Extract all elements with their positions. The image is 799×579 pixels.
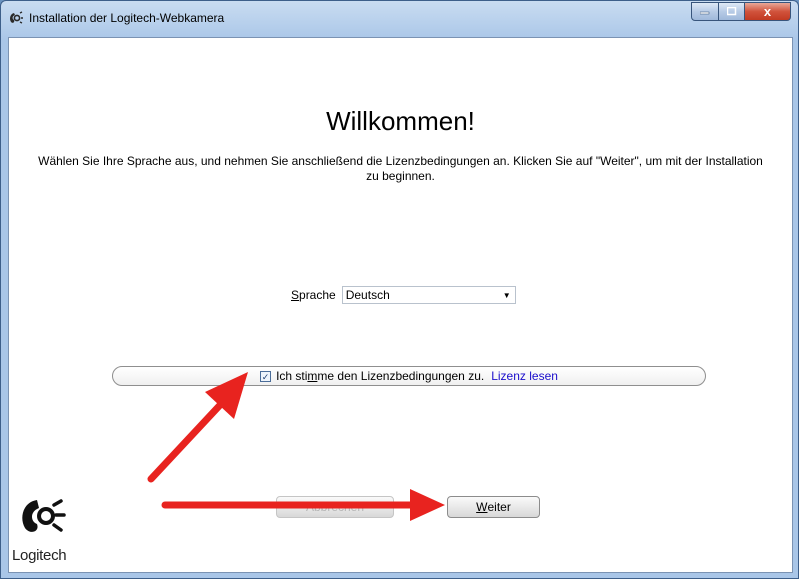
minimize-button[interactable]: [691, 2, 719, 21]
page-title: Willkommen!: [326, 106, 475, 136]
caption-buttons: x: [691, 2, 791, 21]
read-license-link[interactable]: Lizenz lesen: [491, 369, 558, 383]
next-button-rest: eiter: [487, 500, 511, 514]
language-row: Sprache Deutsch ▼: [291, 286, 516, 304]
language-label-rest: prache: [299, 288, 336, 302]
language-label: Sprache: [291, 288, 336, 302]
close-button[interactable]: x: [745, 2, 791, 21]
language-selected-value: Deutsch: [345, 288, 390, 302]
license-checkbox[interactable]: ✓: [260, 370, 272, 382]
next-button-access-key: W: [476, 500, 488, 514]
language-select[interactable]: Deutsch ▼: [341, 286, 516, 304]
close-icon: x: [763, 4, 772, 19]
license-label-start: Ich sti: [276, 369, 308, 383]
installer-content: Willkommen! Wählen Sie Ihre Sprache aus,…: [8, 37, 793, 573]
logitech-app-icon: [10, 11, 23, 24]
window-title: Installation der Logitech-Webkamera: [29, 11, 225, 25]
language-label-access-key: S: [291, 288, 300, 302]
license-label-end: me den Lizenzbedingungen zu.: [317, 369, 485, 383]
license-label-access-key: m: [307, 369, 318, 383]
logitech-wordmark: Logitech: [12, 547, 67, 564]
minimize-icon: [700, 11, 710, 14]
checkmark-icon: ✓: [261, 371, 270, 382]
next-button[interactable]: Weiter: [447, 496, 540, 518]
maximize-icon: [726, 7, 736, 16]
license-agreement-bar: ✓ Ich stimme den Lizenzbedingungen zu. L…: [112, 366, 706, 386]
maximize-button[interactable]: [719, 2, 745, 21]
title-bar[interactable]: Installation der Logitech-Webkamera x: [1, 1, 798, 37]
chevron-down-icon: ▼: [502, 290, 511, 300]
license-label[interactable]: Ich stimme den Lizenzbedingungen zu.: [276, 369, 484, 383]
intro-text: Wählen Sie Ihre Sprache aus, und nehmen …: [38, 154, 763, 183]
cancel-button[interactable]: Abbrechen: [276, 496, 394, 518]
installer-window: Installation der Logitech-Webkamera x Wi…: [0, 0, 799, 579]
